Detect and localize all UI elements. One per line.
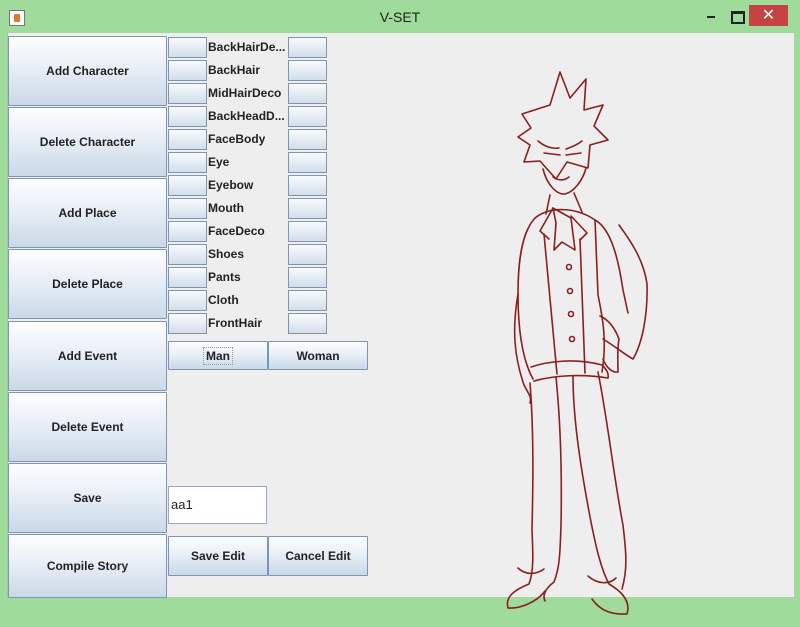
title-bar: V-SET ✕ [0, 0, 800, 33]
delete-place-button[interactable]: Delete Place [8, 249, 167, 319]
main-content: Add Character Delete Character Add Place… [7, 33, 794, 615]
layer-prev-button[interactable] [168, 290, 207, 311]
maximize-icon[interactable] [726, 6, 748, 26]
layer-label-shoes: Shoes [208, 247, 245, 261]
close-icon[interactable]: ✕ [749, 5, 788, 26]
compile-story-button[interactable]: Compile Story [8, 534, 167, 598]
layer-prev-button[interactable] [168, 198, 207, 219]
add-place-button[interactable]: Add Place [8, 178, 167, 248]
layer-next-button[interactable] [288, 106, 327, 127]
layer-prev-button[interactable] [168, 313, 207, 334]
man-button-label: Man [203, 346, 233, 365]
layer-next-button[interactable] [288, 37, 327, 58]
vset-window: V-SET ✕ Add Character Delete Character A… [0, 0, 800, 615]
layer-prev-button[interactable] [168, 83, 207, 104]
layer-next-button[interactable] [288, 60, 327, 81]
layer-next-button[interactable] [288, 152, 327, 173]
layer-label-backheaddeco: BackHeadD... [208, 109, 285, 123]
minimize-icon[interactable] [700, 6, 722, 26]
layer-label-facebody: FaceBody [208, 132, 266, 146]
layer-label-fronthair: FrontHair [208, 316, 262, 330]
layer-next-button[interactable] [288, 267, 327, 288]
layer-next-button[interactable] [288, 244, 327, 265]
layer-next-button[interactable] [288, 221, 327, 242]
character-preview [506, 71, 648, 615]
layer-label-pants: Pants [208, 270, 241, 284]
delete-character-button[interactable]: Delete Character [8, 107, 167, 177]
layer-next-button[interactable] [288, 290, 327, 311]
layer-prev-button[interactable] [168, 106, 207, 127]
add-event-button[interactable]: Add Event [8, 321, 167, 391]
layer-prev-button[interactable] [168, 267, 207, 288]
layer-prev-button[interactable] [168, 244, 207, 265]
layer-next-button[interactable] [288, 313, 327, 334]
woman-button[interactable]: Woman [268, 341, 368, 370]
window-title: V-SET [379, 9, 421, 25]
man-button[interactable]: Man [168, 341, 268, 370]
cancel-edit-button[interactable]: Cancel Edit [268, 536, 368, 576]
layer-label-midhairdeco: MidHairDeco [208, 86, 282, 100]
add-character-button[interactable]: Add Character [8, 36, 167, 106]
save-edit-button[interactable]: Save Edit [168, 536, 268, 576]
save-button[interactable]: Save [8, 463, 167, 533]
layer-label-mouth: Mouth [208, 201, 244, 215]
layer-label-eyebow: Eyebow [208, 178, 254, 192]
layer-label-eye: Eye [208, 155, 230, 169]
name-input[interactable]: aa1 [168, 486, 267, 524]
layer-next-button[interactable] [288, 175, 327, 196]
layer-next-button[interactable] [288, 129, 327, 150]
layer-prev-button[interactable] [168, 129, 207, 150]
layer-prev-button[interactable] [168, 221, 207, 242]
layer-prev-button[interactable] [168, 152, 207, 173]
layer-label-backhairdeco: BackHairDe... [208, 40, 286, 54]
layer-prev-button[interactable] [168, 175, 207, 196]
layer-next-button[interactable] [288, 83, 327, 104]
layer-label-cloth: Cloth [208, 293, 239, 307]
layer-prev-button[interactable] [168, 60, 207, 81]
layer-label-backhair: BackHair [208, 63, 261, 77]
delete-event-button[interactable]: Delete Event [8, 392, 167, 462]
layer-label-facedeco: FaceDeco [208, 224, 265, 238]
layer-next-button[interactable] [288, 198, 327, 219]
layer-prev-button[interactable] [168, 37, 207, 58]
